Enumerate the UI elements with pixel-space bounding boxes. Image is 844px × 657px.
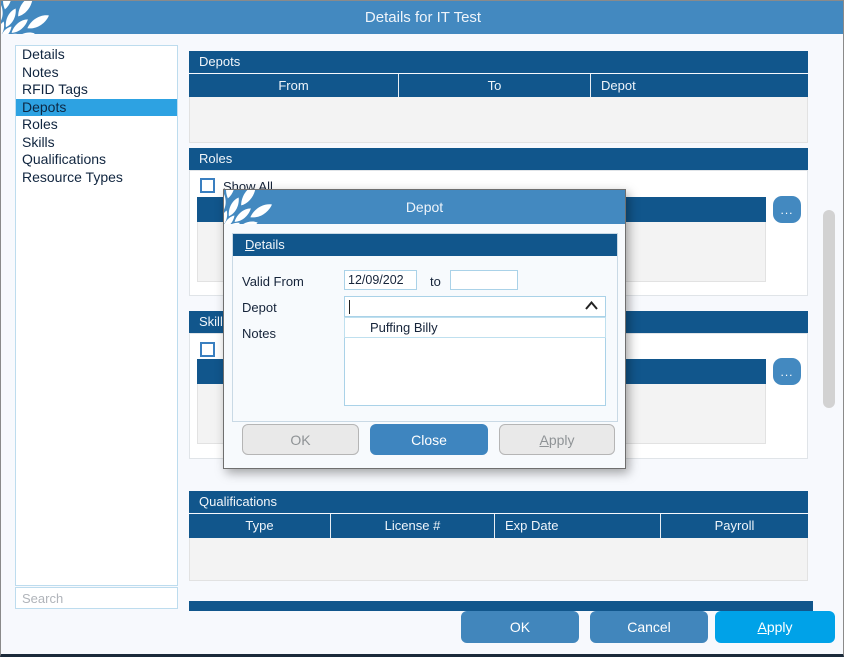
depot-dialog: Depot Details Valid From to Depot Puffin…	[223, 189, 626, 469]
depots-section-header: Depots	[189, 51, 808, 73]
depot-field-label: Depot	[242, 300, 277, 315]
roles-show-all-checkbox[interactable]	[200, 178, 215, 193]
depots-table-body	[189, 97, 808, 143]
sidebar-item-resource-types[interactable]: Resource Types	[16, 169, 177, 187]
qualifications-table-header: Type License # Exp Date Payroll	[189, 514, 808, 538]
notes-label: Notes	[242, 326, 276, 341]
qual-col-license: License #	[331, 514, 495, 538]
search-input[interactable]	[15, 587, 178, 609]
dialog-window: Details for IT Test Details Notes RFID T…	[0, 0, 844, 657]
title-bar: Details for IT Test	[1, 1, 844, 34]
valid-from-input[interactable]	[344, 270, 417, 290]
sidebar-item-skills[interactable]: Skills	[16, 134, 177, 152]
dialog-apply-button[interactable]: Apply	[499, 424, 615, 455]
to-label: to	[430, 274, 441, 289]
vertical-scrollbar[interactable]	[823, 210, 835, 408]
depots-col-from: From	[189, 74, 399, 97]
depot-dropdown-option[interactable]: Puffing Billy	[345, 318, 605, 337]
sidebar-item-roles[interactable]: Roles	[16, 116, 177, 134]
depots-table-header: From To Depot	[189, 74, 808, 97]
depots-col-to: To	[399, 74, 591, 97]
sidebar-item-rfid-tags[interactable]: RFID Tags	[16, 81, 177, 99]
ok-button[interactable]: OK	[461, 611, 579, 643]
depots-col-depot: Depot	[591, 74, 808, 97]
apply-button[interactable]: Apply	[715, 611, 835, 643]
depot-dropdown-list: Puffing Billy	[344, 317, 606, 338]
sidebar-nav: Details Notes RFID Tags Depots Roles Ski…	[15, 45, 178, 586]
roles-section-header: Roles	[189, 148, 808, 170]
chevron-up-icon[interactable]	[585, 301, 598, 310]
dialog-close-button[interactable]: Close	[370, 424, 488, 455]
apply-button-label: Apply	[757, 619, 792, 635]
skills-show-all-checkbox[interactable]	[200, 342, 215, 357]
window-title: Details for IT Test	[1, 1, 844, 34]
qual-col-type: Type	[189, 514, 331, 538]
clipped-section-header	[189, 601, 813, 611]
depot-dialog-title-bar: Depot	[224, 190, 625, 224]
cancel-button[interactable]: Cancel	[590, 611, 708, 643]
qualifications-table-body	[189, 538, 808, 581]
qual-col-exp-date: Exp Date	[495, 514, 661, 538]
sidebar-item-qualifications[interactable]: Qualifications	[16, 151, 177, 169]
qual-col-payroll: Payroll	[661, 514, 808, 538]
depot-details-tab[interactable]: Details	[233, 234, 617, 256]
text-cursor	[349, 300, 350, 314]
sidebar-item-notes[interactable]: Notes	[16, 64, 177, 82]
depot-dialog-title: Depot	[224, 190, 625, 224]
sidebar-item-details[interactable]: Details	[16, 46, 177, 64]
dialog-apply-label: Apply	[539, 432, 574, 448]
roles-more-button[interactable]: ...	[773, 196, 801, 223]
depot-combobox[interactable]	[344, 296, 606, 317]
dialog-ok-button[interactable]: OK	[242, 424, 359, 455]
depot-details-tab-label: Details	[245, 234, 285, 256]
valid-to-input[interactable]	[450, 270, 518, 290]
skills-more-button[interactable]: ...	[773, 358, 801, 385]
qualifications-section-header: Qualifications	[189, 491, 808, 513]
valid-from-label: Valid From	[242, 274, 304, 289]
sidebar-item-depots[interactable]: Depots	[16, 99, 177, 117]
